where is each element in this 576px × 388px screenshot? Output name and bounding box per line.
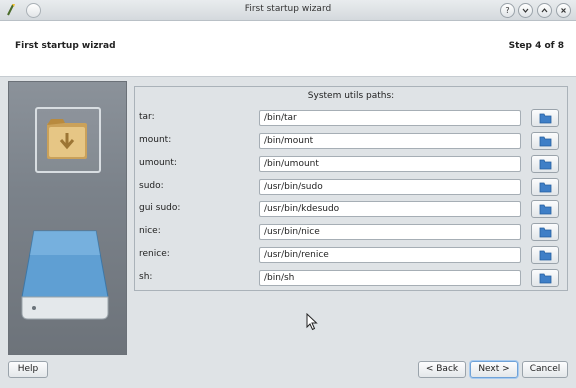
gui-sudo-browse-button[interactable] [531,200,559,218]
folder-icon [539,136,552,147]
sudo-label: sudo: [139,181,164,191]
gui-sudo-label: gui sudo: [139,203,181,213]
wizard-header: First startup wizrad Step 4 of 8 [0,21,576,77]
window-title: First startup wizard [244,4,332,14]
next-button[interactable]: Next > [470,361,518,378]
renice-label: renice: [139,249,170,259]
folder-icon [539,159,552,170]
umount-label: umount: [139,158,177,168]
folder-icon [539,113,552,124]
gui-sudo-path-input[interactable] [259,201,521,217]
minimize-button[interactable] [518,3,533,18]
close-button[interactable] [556,3,571,18]
tar-label: tar: [139,112,155,122]
step-indicator: Step 4 of 8 [508,41,564,51]
folder-icon [539,227,552,238]
nice-label: nice: [139,226,161,236]
umount-browse-button[interactable] [531,155,559,173]
help-button[interactable]: Help [8,361,48,378]
close-icon [561,8,566,13]
sh-path-input[interactable] [259,270,521,286]
folder-icon [539,250,552,261]
back-button[interactable]: < Back [418,361,466,378]
folder-icon [539,182,552,193]
renice-browse-button[interactable] [531,246,559,264]
umount-path-input[interactable] [259,156,521,172]
chevron-down-icon [522,8,529,13]
title-bar: First startup wizard ? [0,0,576,21]
help-icon[interactable]: ? [500,3,515,18]
folder-icon [539,204,552,215]
sudo-browse-button[interactable] [531,178,559,196]
sh-browse-button[interactable] [531,269,559,287]
tar-path-input[interactable] [259,110,521,126]
folder-icon [539,273,552,284]
tar-browse-button[interactable] [531,109,559,127]
panel-title: System utils paths: [307,91,395,101]
nice-browse-button[interactable] [531,223,559,241]
hard-drive-icon [21,230,109,320]
nice-path-input[interactable] [259,224,521,240]
mount-label: mount: [139,135,172,145]
renice-path-input[interactable] [259,247,521,263]
mount-path-input[interactable] [259,133,521,149]
cancel-button[interactable]: Cancel [522,361,568,378]
folder-download-icon [47,119,87,159]
maximize-button[interactable] [537,3,552,18]
sudo-path-input[interactable] [259,179,521,195]
wizard-title: First startup wizrad [15,41,116,51]
mouse-cursor-icon [306,313,318,331]
mount-browse-button[interactable] [531,132,559,150]
sh-label: sh: [139,272,153,282]
chevron-up-icon [541,8,548,13]
